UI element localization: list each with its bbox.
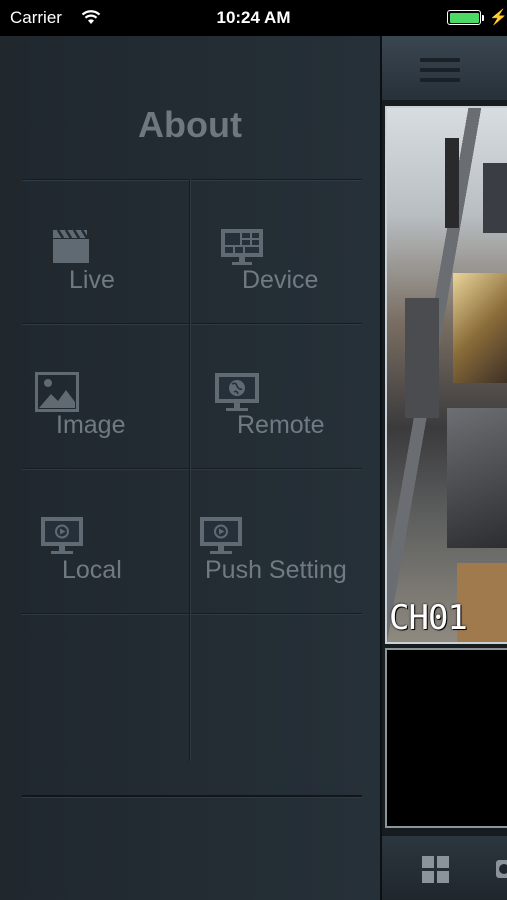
- status-bar: Carrier 10:24 AM ⚡: [0, 0, 507, 36]
- menu-item-label: Live: [69, 266, 115, 294]
- video-content: [445, 138, 459, 228]
- video-content: [405, 298, 439, 418]
- about-title[interactable]: About: [0, 104, 380, 146]
- menu-item-label: Device: [242, 266, 319, 294]
- main-view-peek: CH01: [380, 36, 507, 900]
- video-tile-channel-1[interactable]: CH01: [385, 106, 507, 644]
- menu-item-live[interactable]: Live: [22, 179, 189, 324]
- menu-item-remote[interactable]: Remote: [190, 324, 357, 469]
- local-play-monitor-icon: [40, 516, 84, 561]
- camera-icon[interactable]: [494, 856, 507, 882]
- menu-item-device[interactable]: Device: [190, 179, 357, 324]
- device-grid-icon: [220, 228, 264, 271]
- grid-layout-icon[interactable]: [422, 856, 450, 884]
- menu-item-image[interactable]: Image: [22, 324, 189, 469]
- menu-item-label: Remote: [237, 411, 325, 439]
- push-play-monitor-icon: [199, 516, 243, 561]
- clapperboard-icon: [52, 228, 90, 269]
- top-bar: [382, 36, 507, 100]
- divider: [22, 795, 362, 797]
- video-content: [483, 163, 507, 233]
- hamburger-menu-icon[interactable]: [420, 58, 460, 82]
- channel-label: CH01: [389, 598, 468, 638]
- battery-tip: [482, 15, 484, 21]
- menu-grid: Live Device Image Remote Local Push Sett…: [22, 179, 362, 761]
- battery-icon: [447, 10, 481, 25]
- video-tile-channel-2[interactable]: [385, 648, 507, 828]
- side-menu: About Live Device Image Remote Local Pus…: [0, 36, 380, 900]
- menu-item-label: Image: [56, 411, 126, 439]
- menu-item-label: Local: [62, 556, 122, 584]
- menu-item-local[interactable]: Local: [22, 469, 189, 614]
- charging-bolt-icon: ⚡: [489, 9, 507, 26]
- bottom-toolbar: [382, 836, 507, 900]
- video-content: [447, 408, 507, 548]
- menu-item-push-setting[interactable]: Push Setting: [190, 469, 357, 614]
- menu-item-label: Push Setting: [205, 556, 347, 584]
- clock: 10:24 AM: [216, 8, 291, 27]
- video-content: [453, 273, 507, 383]
